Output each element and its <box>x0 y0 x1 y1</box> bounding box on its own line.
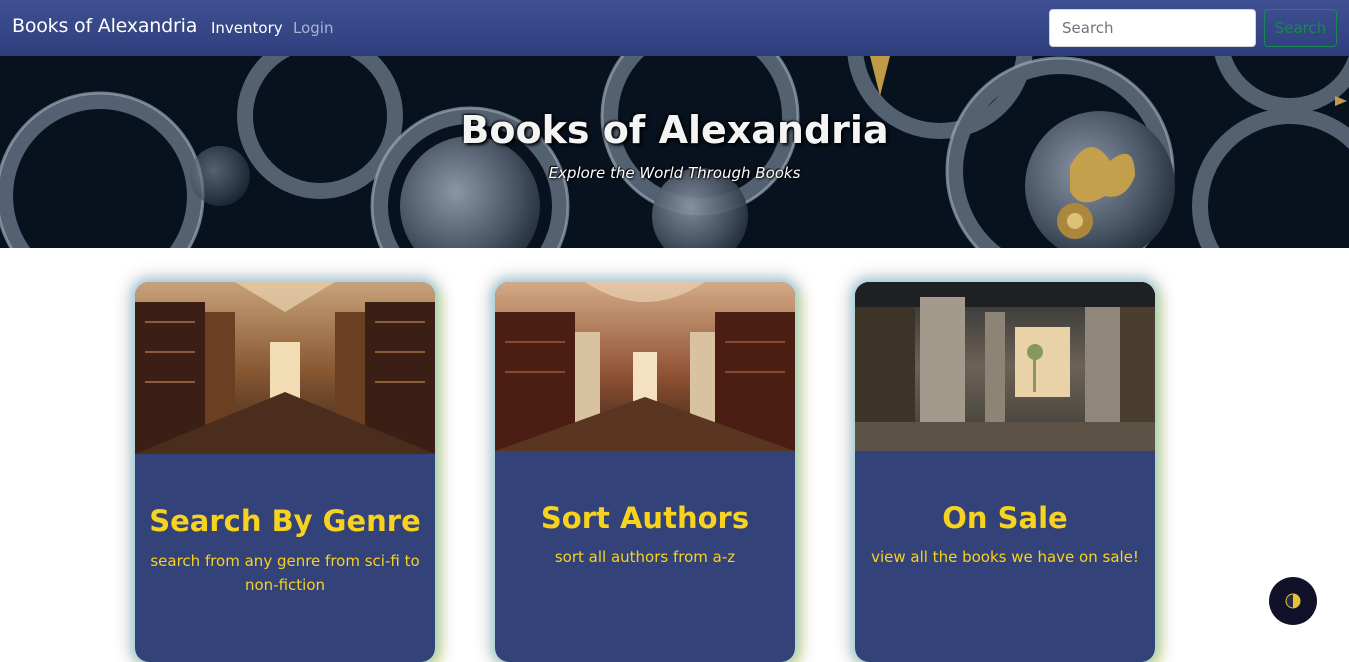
library-hall-image <box>855 282 1155 451</box>
card-title: Search By Genre <box>149 504 421 538</box>
search-input[interactable] <box>1049 9 1256 47</box>
nav-link-inventory[interactable]: Inventory <box>211 19 283 37</box>
card-title: On Sale <box>942 501 1068 535</box>
hero-banner: Books of Alexandria Explore the World Th… <box>0 56 1349 248</box>
nav-link-login[interactable]: Login <box>293 19 333 37</box>
brand-link[interactable]: Books of Alexandria <box>12 15 197 37</box>
hero-background-image <box>0 56 1349 248</box>
hero-subtitle: Explore the World Through Books <box>548 164 801 182</box>
card-description: view all the books we have on sale! <box>871 548 1139 566</box>
card-sort-authors[interactable]: Sort Authors sort all authors from a-z <box>495 282 795 662</box>
card-description: search from any genre from sci-fi to non… <box>150 552 420 594</box>
card-on-sale[interactable]: On Sale view all the books we have on sa… <box>855 282 1155 662</box>
card-title: Sort Authors <box>540 501 750 535</box>
theme-toggle-button[interactable] <box>1269 577 1317 625</box>
navbar: Books of Alexandria Inventory Login Sear… <box>0 0 1349 56</box>
library-hall-image <box>135 282 435 454</box>
half-moon-icon <box>1285 593 1301 609</box>
search-button[interactable]: Search <box>1264 9 1337 47</box>
hero-title: Books of Alexandria <box>460 108 889 152</box>
library-hall-image <box>495 282 795 451</box>
card-description: sort all authors from a-z <box>554 548 736 566</box>
card-search-by-genre[interactable]: Search By Genre search from any genre fr… <box>135 282 435 662</box>
